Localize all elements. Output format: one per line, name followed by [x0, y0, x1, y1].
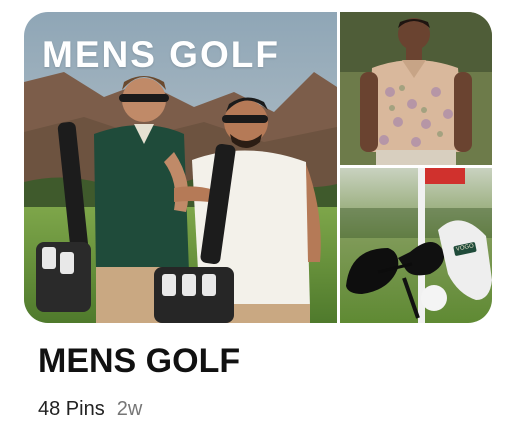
board-meta: 48 Pins 2w	[38, 398, 142, 421]
board-card[interactable]: MENS GOLF VOGO MENS GOLF 48 Pins 2w	[0, 0, 514, 426]
cover-image-top-right	[340, 12, 492, 165]
cover-image-main: MENS GOLF	[24, 12, 337, 323]
updated-age: 2w	[116, 398, 143, 420]
pin-count: 48 Pins	[38, 398, 105, 420]
cover-overlay-text: MENS GOLF	[42, 34, 280, 75]
board-cover[interactable]: MENS GOLF VOGO	[24, 12, 492, 323]
cover-image-bottom-right: VOGO	[340, 168, 492, 323]
board-title[interactable]: MENS GOLF	[38, 342, 240, 381]
